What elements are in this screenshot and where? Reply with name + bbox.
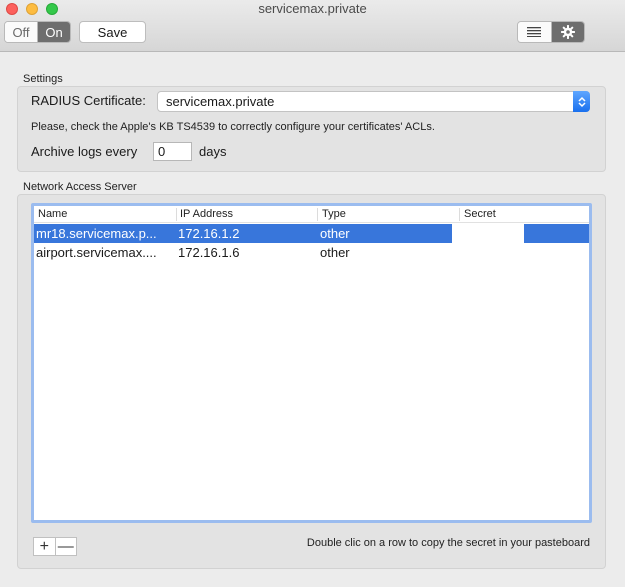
list-icon [527, 27, 542, 37]
radius-certificate-label: RADIUS Certificate: [31, 93, 146, 108]
remove-server-button[interactable]: — [56, 538, 77, 555]
settings-view-button[interactable] [551, 22, 584, 42]
select-stepper-icon[interactable] [573, 91, 590, 112]
nas-section-title: Network Access Server [23, 181, 137, 193]
row-type: other [320, 245, 350, 260]
column-divider [317, 208, 318, 221]
archive-logs-label: Archive logs every [31, 144, 138, 159]
row-ip: 172.16.1.6 [178, 245, 240, 260]
row-secret-field[interactable] [452, 224, 524, 243]
archive-days-input[interactable] [153, 142, 192, 161]
copy-secret-hint: Double clic on a row to copy the secret … [306, 537, 590, 549]
save-button[interactable]: Save [79, 21, 146, 43]
off-button[interactable]: Off [5, 22, 38, 42]
column-header-name[interactable]: Name [35, 208, 67, 221]
settings-section-title: Settings [23, 73, 63, 85]
window-title: servicemax.private [258, 1, 367, 16]
radius-certificate-value: servicemax.private [166, 94, 275, 109]
title-toolbar: servicemax.private Off On Save [0, 0, 625, 52]
row-type: other [320, 226, 350, 241]
column-divider [459, 208, 460, 221]
table-row[interactable]: airport.servicemax.... 172.16.1.6 other [34, 243, 589, 262]
column-header-type[interactable]: Type [319, 208, 346, 221]
nas-table[interactable]: Name IP Address Type Secret mr18.service… [31, 203, 592, 523]
list-view-button[interactable] [518, 22, 552, 42]
gear-icon [560, 25, 575, 39]
radius-certificate-select[interactable]: servicemax.private [157, 91, 590, 112]
row-name: mr18.servicemax.p... [36, 226, 157, 241]
days-label: days [199, 144, 227, 159]
row-name: airport.servicemax.... [36, 245, 157, 260]
table-header: Name IP Address Type Secret [34, 206, 589, 223]
row-ip: 172.16.1.2 [178, 226, 240, 241]
column-header-ip[interactable]: IP Address [177, 208, 233, 221]
add-remove-control[interactable]: + — [33, 537, 77, 556]
table-row[interactable]: mr18.servicemax.p... 172.16.1.2 other [34, 224, 589, 243]
add-server-button[interactable]: + [34, 538, 56, 555]
column-header-secret[interactable]: Secret [461, 208, 496, 221]
on-button[interactable]: On [38, 22, 70, 42]
kb-note: Please, check the Apple's KB TS4539 to c… [31, 121, 435, 133]
off-on-toggle[interactable]: Off On [4, 21, 71, 43]
view-switcher[interactable] [517, 21, 585, 43]
